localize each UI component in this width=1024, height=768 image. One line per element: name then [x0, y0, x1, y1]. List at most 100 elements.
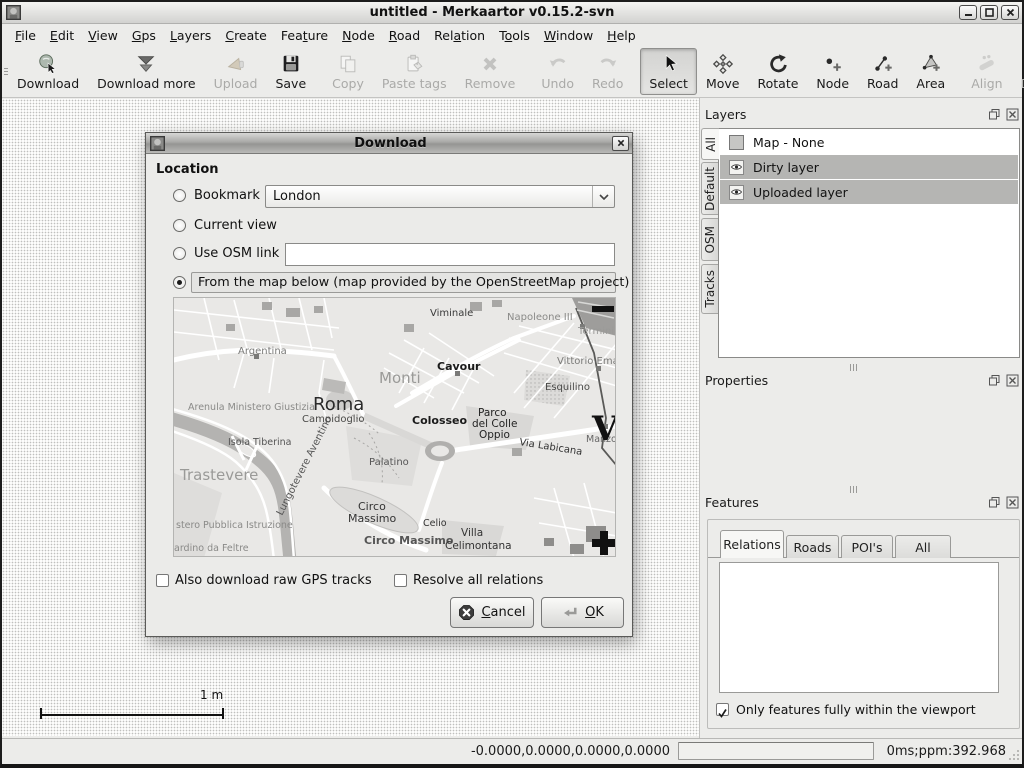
- viewport-only-label: Only features fully within the viewport: [736, 702, 976, 717]
- map-label: Arenula Ministero Giustizia: [188, 402, 315, 413]
- title-bar: untitled - Merkaartor v0.15.2-svn: [2, 2, 1022, 24]
- menu-feature[interactable]: Feature: [274, 26, 335, 45]
- toolbar-button-save[interactable]: Save: [266, 48, 315, 95]
- dialog-title-bar[interactable]: Download: [146, 133, 632, 154]
- toolbar-button-undo: Undo: [532, 48, 583, 95]
- toolbar-button-node[interactable]: Node: [807, 48, 858, 95]
- dock-divider[interactable]: [699, 98, 700, 738]
- features-close-icon[interactable]: [1006, 496, 1019, 509]
- app-icon: [6, 5, 21, 20]
- bookmark-radio[interactable]: [173, 189, 186, 202]
- toolbar-button-download[interactable]: Download: [8, 48, 88, 95]
- features-float-icon[interactable]: [988, 496, 1001, 509]
- tab-pois[interactable]: POI's: [841, 535, 893, 558]
- toolbar-button-align: Align: [962, 48, 1011, 95]
- ok-button[interactable]: OK: [541, 597, 624, 628]
- menu-relation[interactable]: Relation: [427, 26, 492, 45]
- layer-swatch[interactable]: [729, 135, 744, 150]
- menu-create[interactable]: Create: [218, 26, 274, 45]
- move-icon: [712, 53, 734, 75]
- menu-tools[interactable]: Tools: [492, 26, 537, 45]
- features-list[interactable]: [719, 562, 999, 693]
- map-label: Cavour: [437, 360, 481, 373]
- toolbar-button-rotate[interactable]: Rotate: [748, 48, 807, 95]
- zoom-out-icon: [592, 306, 614, 312]
- tab-all[interactable]: All: [895, 535, 951, 558]
- download-gps-checkbox[interactable]: [156, 574, 169, 587]
- area-icon: [920, 53, 942, 75]
- map-label: Termini - La: [577, 326, 616, 337]
- menu-gps[interactable]: Gps: [125, 26, 163, 45]
- properties-float-icon[interactable]: [988, 374, 1001, 387]
- map-label: Napoleone III: [507, 312, 573, 323]
- resize-grip-icon[interactable]: [1008, 748, 1021, 761]
- tab-relations[interactable]: Relations: [720, 530, 784, 558]
- layers-close-icon[interactable]: [1006, 108, 1019, 121]
- combobox-dropdown-button[interactable]: [592, 186, 614, 207]
- layer-row-uploaded[interactable]: Uploaded layer: [720, 180, 1018, 204]
- menu-bar: File Edit View Gps Layers Create Feature…: [2, 25, 1022, 46]
- eye-icon: [731, 163, 742, 171]
- map-label: Oppio: [479, 429, 510, 441]
- resolve-relations-checkbox[interactable]: [394, 574, 407, 587]
- layers-tab-tracks[interactable]: Tracks: [701, 264, 718, 314]
- bookmark-combobox[interactable]: London: [265, 185, 615, 208]
- close-button[interactable]: [1001, 5, 1019, 20]
- map-label: Villa: [461, 527, 483, 539]
- menu-help[interactable]: Help: [600, 26, 643, 45]
- dialog-title: Download: [169, 136, 612, 151]
- map-label: stero Pubblica Istruzione: [176, 520, 293, 531]
- menu-file[interactable]: File: [8, 26, 43, 45]
- layers-tab-osm[interactable]: OSM: [701, 218, 718, 261]
- layer-visible-toggle[interactable]: [729, 160, 744, 175]
- current-view-label: Current view: [194, 218, 277, 233]
- layer-row-map[interactable]: Map - None: [720, 130, 1018, 154]
- toolbar-button-move[interactable]: Move: [697, 48, 749, 95]
- menu-layers[interactable]: Layers: [163, 26, 218, 45]
- layers-tab-default[interactable]: Default: [701, 162, 718, 215]
- cancel-button[interactable]: Cancel: [450, 597, 534, 628]
- download-dialog: Download Location Bookmark London Curren…: [145, 132, 633, 637]
- osm-link-input[interactable]: [285, 243, 615, 266]
- properties-close-icon[interactable]: [1006, 374, 1019, 387]
- layer-row-dirty[interactable]: Dirty layer: [720, 155, 1018, 179]
- menu-edit[interactable]: Edit: [43, 26, 81, 45]
- toolbar-button-area[interactable]: Area: [907, 48, 954, 95]
- current-view-radio[interactable]: [173, 219, 186, 232]
- layers-float-icon[interactable]: [988, 108, 1001, 121]
- map-label: Celimontana: [445, 540, 512, 552]
- toolbar-button-road[interactable]: Road: [858, 48, 907, 95]
- map-label: Roma: [313, 394, 364, 415]
- dialog-map[interactable]: Viminale Napoleone III Termini - La Vitt…: [173, 297, 616, 557]
- toolbar-button-select[interactable]: Select: [640, 48, 697, 95]
- dialog-close-button[interactable]: [612, 136, 629, 151]
- from-map-radio[interactable]: [173, 276, 186, 289]
- ok-icon: [561, 604, 579, 622]
- remove-icon: [479, 53, 501, 75]
- features-dock-title: Features: [705, 495, 759, 510]
- download-icon: [37, 53, 59, 75]
- osm-link-radio[interactable]: [173, 247, 186, 260]
- toolbar-button-redo: Redo: [583, 48, 632, 95]
- viewport-only-checkbox[interactable]: [716, 703, 729, 716]
- minimize-icon: [964, 8, 973, 17]
- maximize-button[interactable]: [980, 5, 998, 20]
- maximize-icon: [985, 8, 994, 17]
- layers-tab-all[interactable]: All: [701, 128, 719, 160]
- toolbar-button-download-more[interactable]: Download more: [88, 48, 205, 95]
- menu-node[interactable]: Node: [335, 26, 382, 45]
- minimize-button[interactable]: [959, 5, 977, 20]
- layer-visible-toggle[interactable]: [729, 185, 744, 200]
- close-icon: [1006, 8, 1015, 17]
- menu-window[interactable]: Window: [537, 26, 600, 45]
- menu-road[interactable]: Road: [382, 26, 427, 45]
- dock-splitter[interactable]: [850, 364, 857, 371]
- menu-view[interactable]: View: [81, 26, 125, 45]
- osm-link-label: Use OSM link: [194, 246, 279, 261]
- rotate-icon: [767, 53, 789, 75]
- download-more-icon: [135, 53, 157, 75]
- dock-splitter[interactable]: [850, 486, 857, 493]
- tab-roads[interactable]: Roads: [786, 535, 839, 558]
- from-map-label: From the map below (map provided by the …: [192, 275, 629, 290]
- map-zoom-out-button[interactable]: [592, 306, 614, 312]
